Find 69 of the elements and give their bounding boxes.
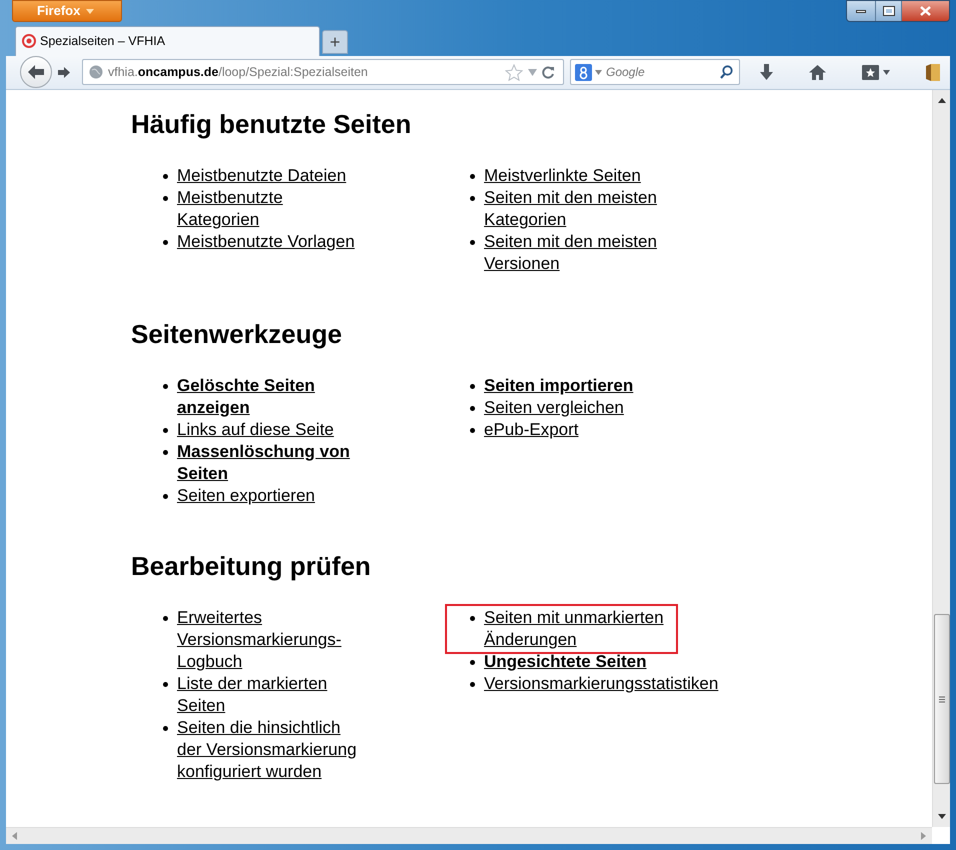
link[interactable]: Liste der markierten Seiten bbox=[177, 673, 357, 717]
link[interactable]: Meistbenutzte Kategorien bbox=[177, 187, 357, 231]
close-button[interactable] bbox=[901, 1, 949, 21]
link[interactable]: Seiten mit unmarkierten Änderungen bbox=[484, 607, 666, 651]
address-bar[interactable]: vfhia.oncampus.de/loop/Spezial:Spezialseiten bbox=[82, 59, 564, 86]
search-engine-icon[interactable] bbox=[575, 64, 602, 81]
download-icon[interactable] bbox=[760, 64, 773, 80]
link[interactable]: Gelöschte Seiten anzeigen bbox=[177, 375, 357, 419]
section-heading: Häufig benutzte Seiten bbox=[131, 109, 412, 139]
bullet-icon bbox=[163, 616, 168, 621]
forward-arrow-icon bbox=[57, 66, 71, 79]
section-heading: Seitenwerkzeuge bbox=[131, 319, 343, 349]
bullet-icon bbox=[470, 406, 475, 411]
section-heading: Bearbeitung prüfen bbox=[131, 551, 372, 581]
maximize-button[interactable] bbox=[875, 1, 901, 21]
bullet-icon bbox=[470, 174, 475, 179]
bullet-icon bbox=[163, 428, 168, 433]
vertical-scrollbar[interactable] bbox=[932, 90, 950, 827]
link[interactable]: Massenlöschung von Seiten bbox=[177, 441, 357, 485]
favicon-icon bbox=[22, 34, 36, 48]
minimize-button[interactable] bbox=[847, 1, 875, 21]
link[interactable]: Seiten mit den meisten Kategorien bbox=[484, 187, 724, 231]
link[interactable]: Meistbenutzte Dateien bbox=[177, 165, 357, 187]
bullet-icon bbox=[163, 240, 168, 245]
link[interactable]: Seiten importieren bbox=[484, 375, 724, 397]
home-icon[interactable] bbox=[809, 64, 826, 80]
caret-icon bbox=[86, 8, 94, 14]
scroll-up-icon[interactable] bbox=[938, 98, 946, 103]
bullet-icon bbox=[163, 384, 168, 389]
link[interactable]: Ungesichtete Seiten bbox=[484, 651, 724, 673]
link[interactable]: Seiten die hinsichtlich der Versionsmarkierung konfiguriert wurden bbox=[177, 717, 357, 783]
link[interactable]: Seiten mit den meisten Versionen bbox=[484, 231, 724, 275]
link[interactable]: Links auf diese Seite bbox=[177, 419, 357, 441]
bullet-icon bbox=[163, 682, 168, 687]
link[interactable]: Versionsmarkierungsstatistiken bbox=[484, 673, 724, 695]
bullet-icon bbox=[163, 196, 168, 201]
link[interactable]: Seiten exportieren bbox=[177, 485, 357, 507]
search-icon[interactable] bbox=[720, 65, 733, 80]
star-icon[interactable] bbox=[505, 64, 523, 81]
link[interactable]: ePub-Export bbox=[484, 419, 724, 441]
bullet-icon bbox=[470, 660, 475, 665]
bullet-icon bbox=[470, 428, 475, 433]
link[interactable]: Meistbenutzte Vorlagen bbox=[177, 231, 357, 253]
link[interactable]: Meistverlinkte Seiten bbox=[484, 165, 724, 187]
bookmarks-icon[interactable] bbox=[862, 64, 890, 80]
new-tab-button[interactable]: + bbox=[322, 30, 348, 54]
back-button[interactable] bbox=[20, 56, 52, 88]
bullet-icon bbox=[470, 384, 475, 389]
bullet-icon bbox=[470, 240, 475, 245]
bullet-icon bbox=[470, 682, 475, 687]
back-arrow-icon bbox=[27, 64, 45, 80]
bullet-icon bbox=[163, 726, 168, 731]
url-text: vfhia.oncampus.de/loop/Spezial:Spezialseiten bbox=[108, 64, 369, 81]
bullet-icon bbox=[163, 174, 168, 179]
bullet-icon bbox=[470, 616, 475, 621]
close-icon bbox=[920, 6, 931, 16]
bullet-icon bbox=[163, 494, 168, 499]
book-icon[interactable] bbox=[926, 64, 940, 81]
globe-icon bbox=[89, 65, 103, 80]
bullet-icon bbox=[470, 196, 475, 201]
scroll-down-icon[interactable] bbox=[938, 814, 946, 819]
scroll-thumb[interactable] bbox=[934, 614, 950, 784]
browser-tab[interactable]: Spezialseiten – VFHIA bbox=[15, 26, 320, 56]
reload-icon[interactable] bbox=[542, 66, 555, 79]
search-input[interactable]: Google bbox=[606, 63, 716, 82]
link[interactable]: Erweitertes Versionsmarkierungs-Logbuch bbox=[177, 607, 357, 673]
link[interactable]: Seiten vergleichen bbox=[484, 397, 724, 419]
search-field[interactable]: Google bbox=[570, 59, 740, 86]
bullet-icon bbox=[163, 450, 168, 455]
